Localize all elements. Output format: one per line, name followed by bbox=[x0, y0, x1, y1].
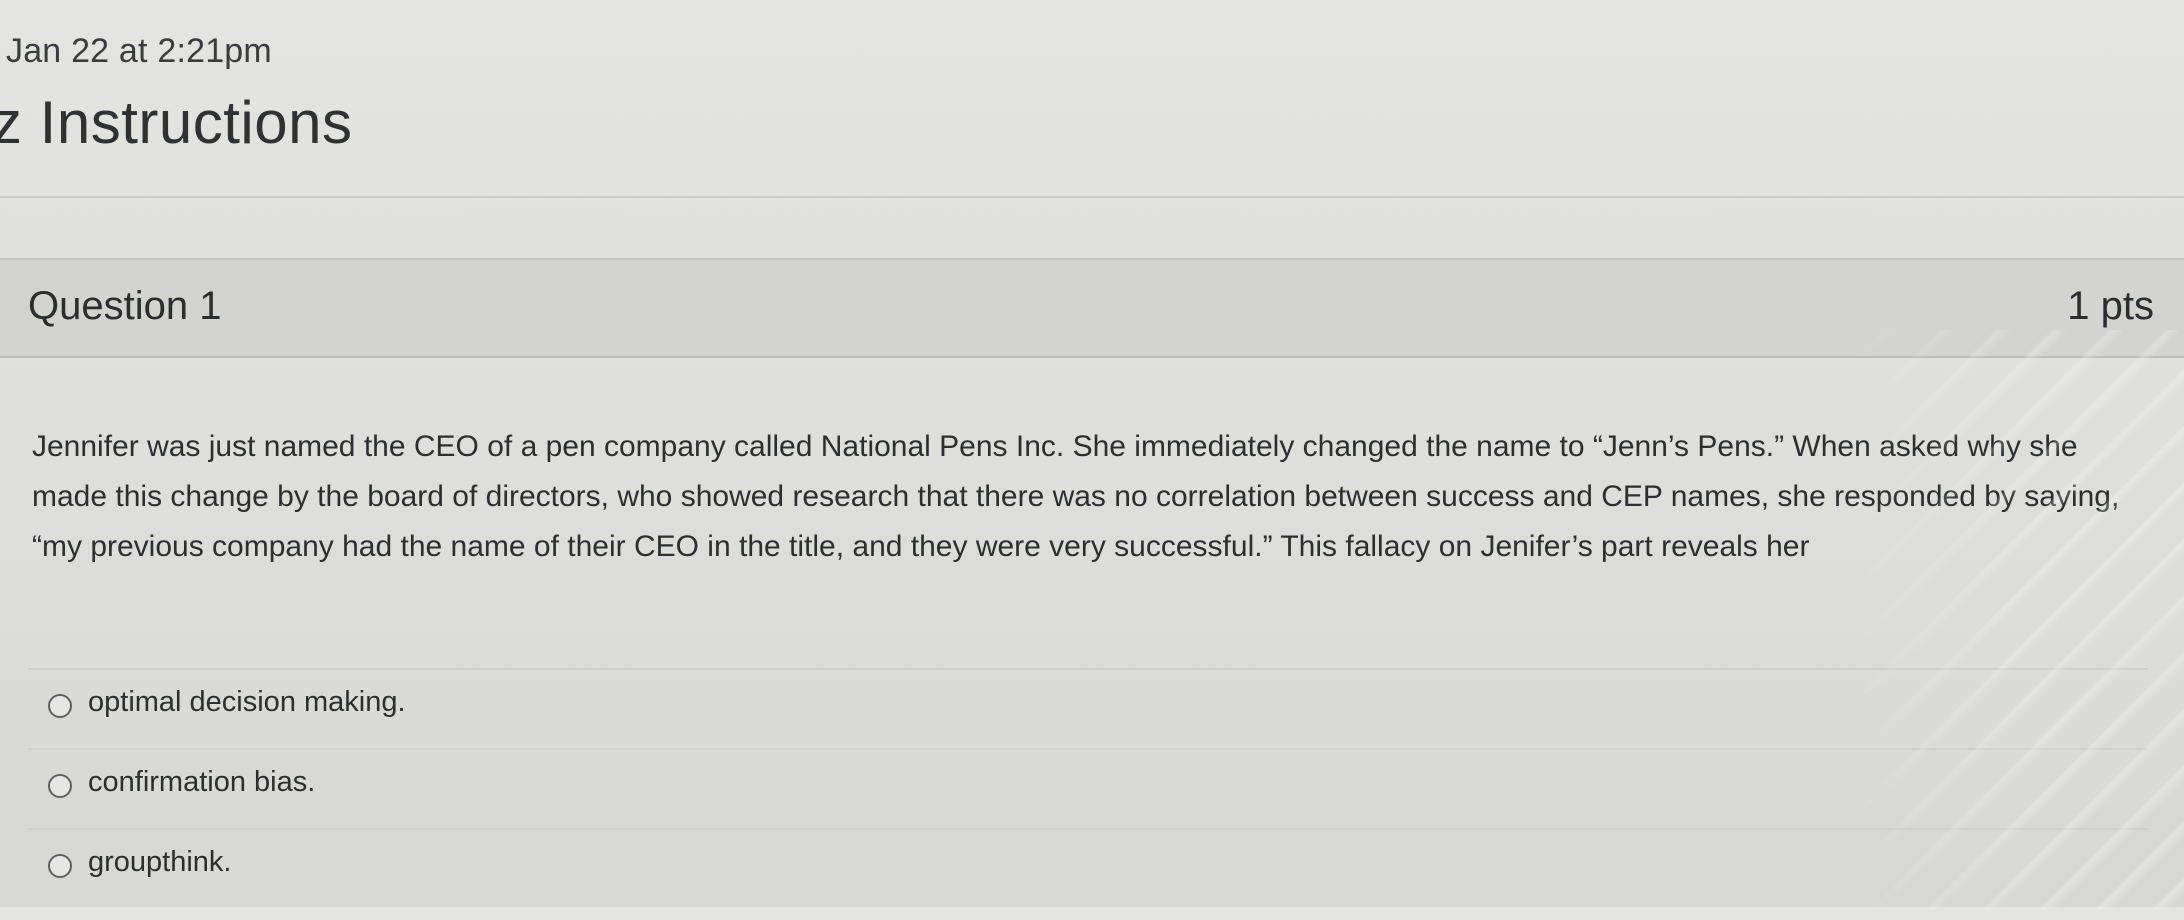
header-divider bbox=[0, 196, 2184, 198]
answer-list: optimal decision making. confirmation bi… bbox=[0, 668, 2184, 908]
answer-label[interactable]: confirmation bias. bbox=[88, 766, 315, 799]
radio-button[interactable] bbox=[48, 694, 72, 718]
answer-option[interactable]: groupthink. bbox=[28, 828, 2148, 908]
answer-option[interactable]: confirmation bias. bbox=[28, 748, 2148, 828]
answer-label[interactable]: groupthink. bbox=[88, 846, 232, 879]
timestamp: Jan 22 at 2:21pm bbox=[6, 32, 272, 70]
question-title: Question 1 bbox=[28, 284, 222, 328]
question-points: 1 pts bbox=[2067, 284, 2154, 328]
answer-label[interactable]: optimal decision making. bbox=[88, 686, 406, 719]
radio-button[interactable] bbox=[48, 774, 72, 798]
question-header: Question 1 1 pts bbox=[0, 260, 2184, 358]
radio-button[interactable] bbox=[48, 854, 72, 878]
page-header: Jan 22 at 2:21pm z Instructions bbox=[0, 0, 2184, 200]
page-title: z Instructions bbox=[0, 89, 353, 156]
answer-option[interactable]: optimal decision making. bbox=[28, 668, 2148, 748]
question-text: Jennifer was just named the CEO of a pen… bbox=[32, 430, 2120, 563]
question-card: Question 1 1 pts Jennifer was just named… bbox=[0, 258, 2184, 920]
